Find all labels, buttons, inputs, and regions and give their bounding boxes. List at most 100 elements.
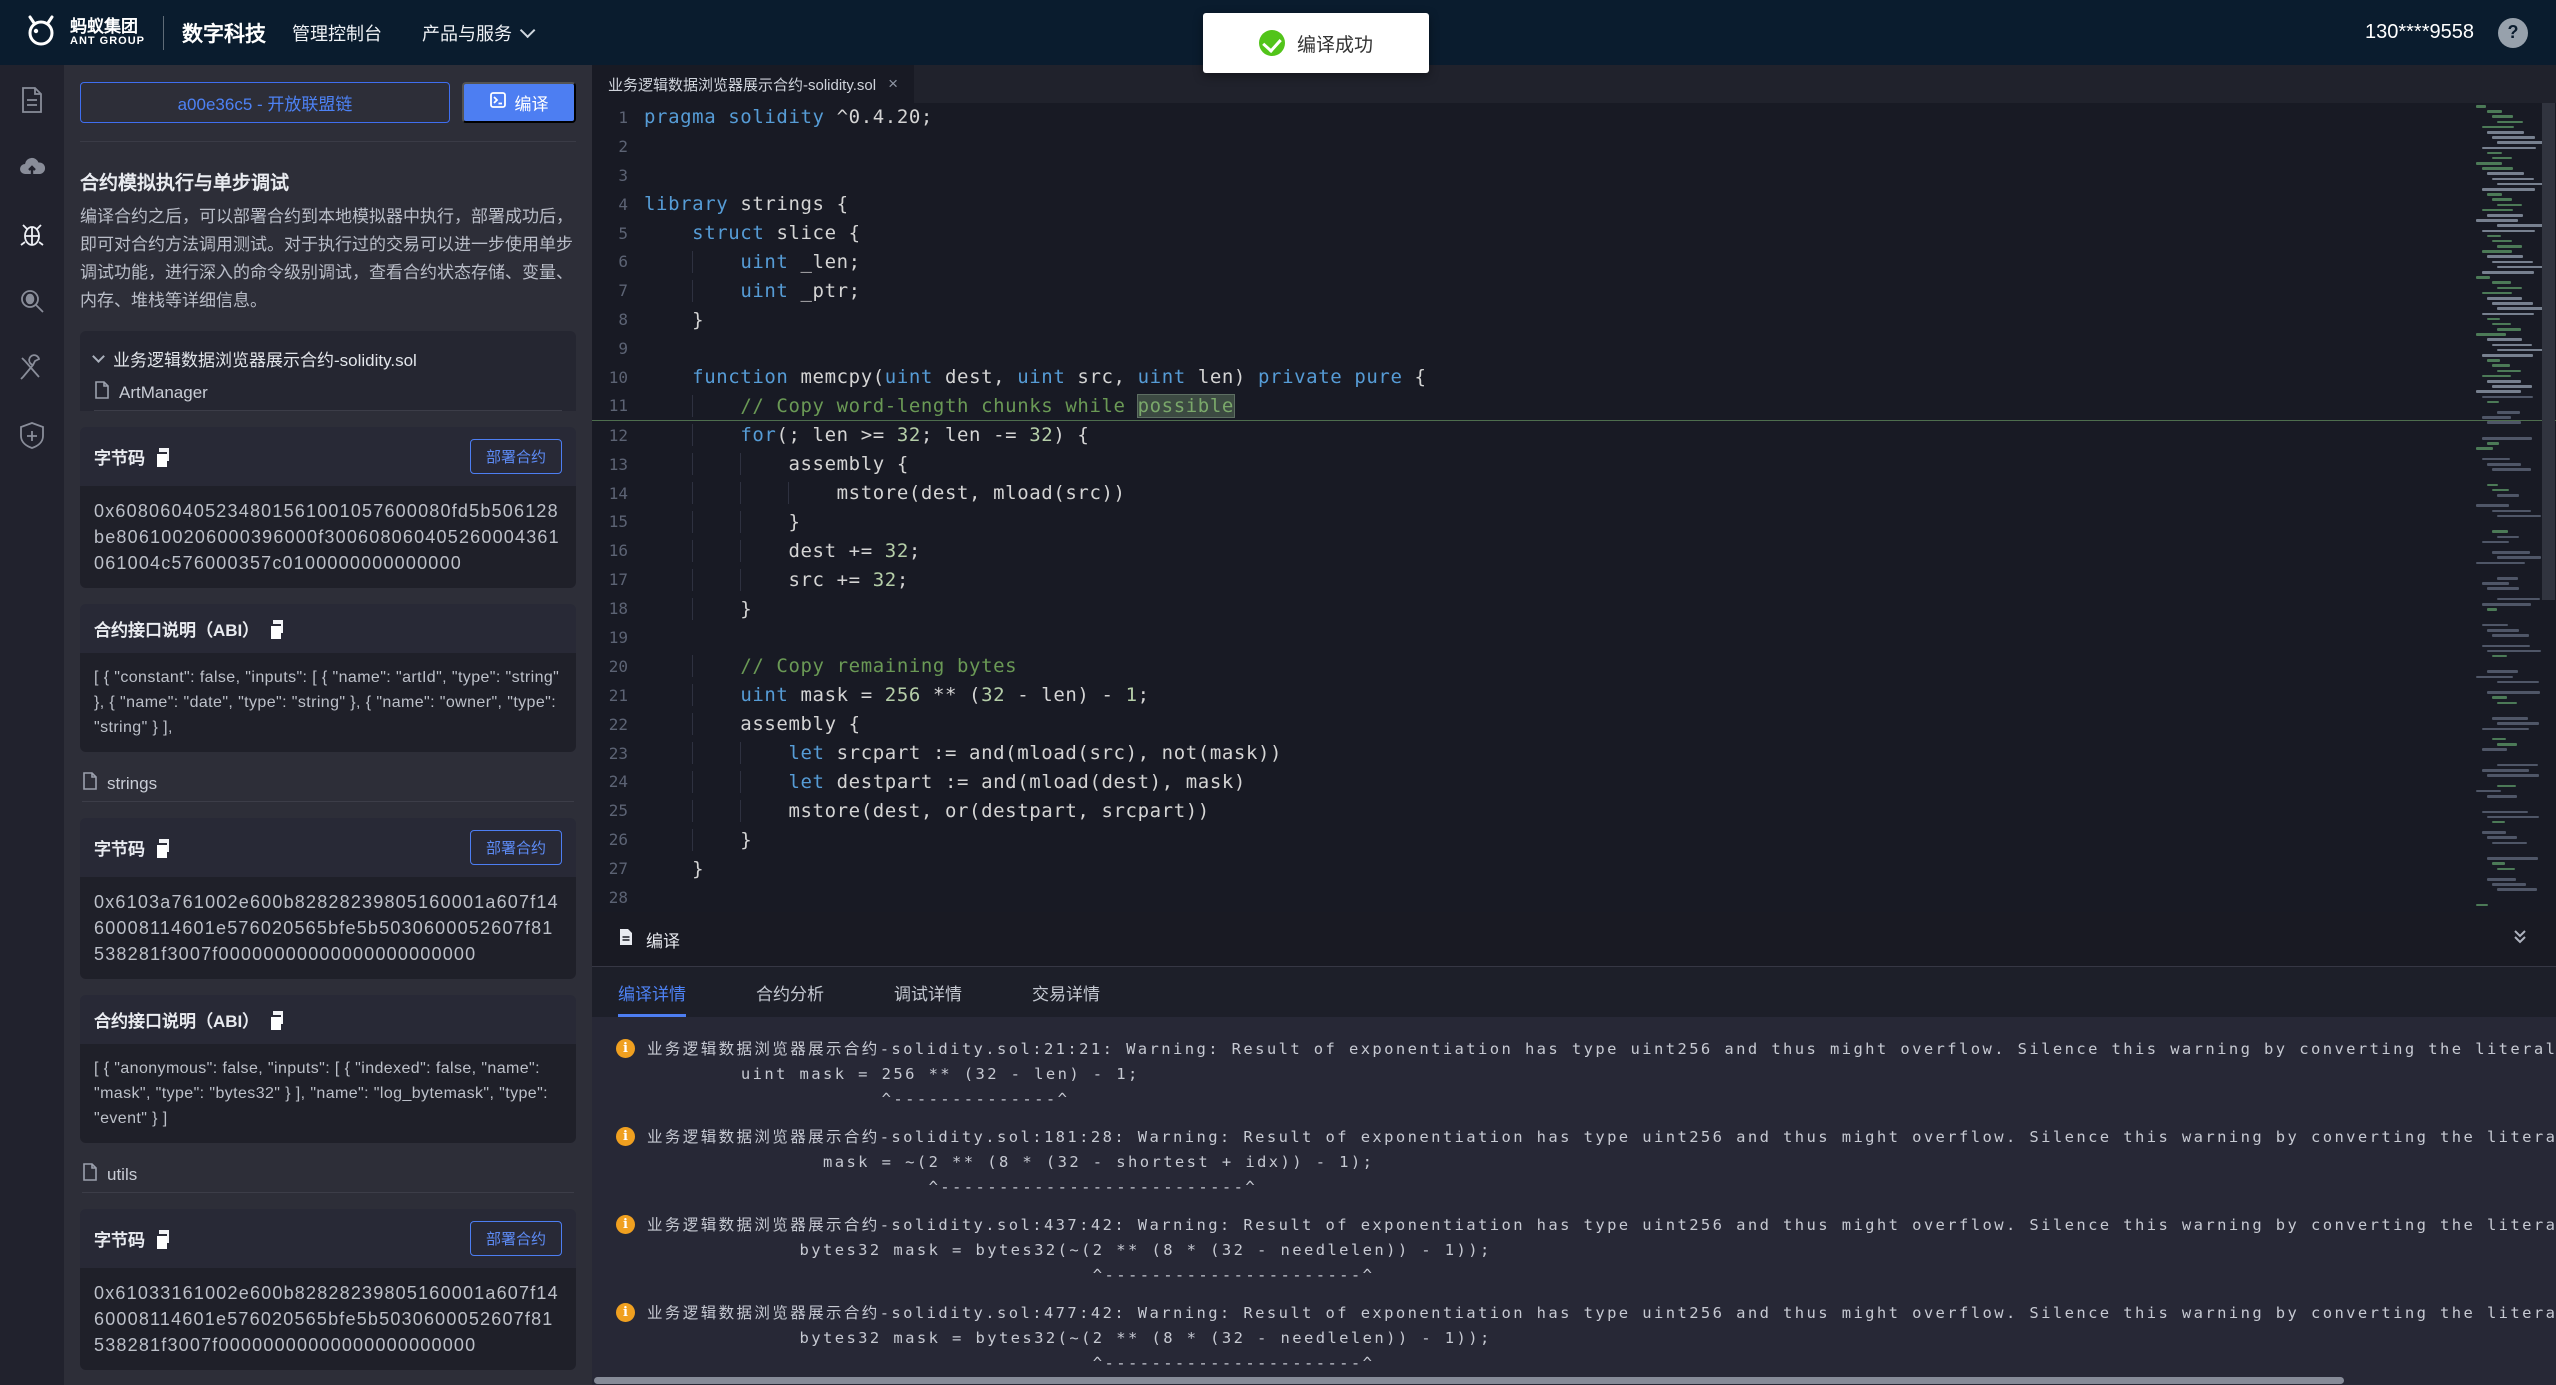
horizontal-scrollbar[interactable] — [592, 1376, 2556, 1385]
warning-text: 业务逻辑数据浏览器展示合约-solidity.sol:181:28: Warni… — [647, 1125, 2556, 1200]
code-line: uint _len; — [644, 251, 861, 273]
tools-icon[interactable] — [17, 353, 47, 383]
minimap-line — [2482, 541, 2509, 544]
code-editor[interactable]: 1pragma solidity ^0.4.20;234library stri… — [592, 103, 2556, 912]
product-name: 数字科技 — [182, 18, 266, 48]
minimap-line — [2487, 380, 2521, 383]
minimap-line — [2482, 645, 2530, 648]
minimap-line — [2492, 821, 2505, 824]
minimap-line — [2487, 484, 2498, 487]
code-row: 5 struct slice { — [592, 219, 2556, 248]
bottom-tab-2[interactable]: 合约分析 — [756, 967, 824, 1017]
bottom-tab-1[interactable]: 编译详情 — [618, 967, 686, 1017]
abi-label: 合约接口说明（ABI） — [94, 616, 259, 641]
minimap[interactable] — [2476, 105, 2538, 912]
minimap-line — [2492, 738, 2506, 741]
minimap-line — [2497, 722, 2539, 725]
minimap-line — [2497, 307, 2543, 310]
compile-button[interactable]: 编译 — [462, 82, 576, 123]
horizontal-scrollbar-thumb[interactable] — [594, 1377, 2344, 1384]
cloud-upload-icon[interactable] — [17, 152, 47, 182]
code-line: function memcpy(uint dest, uint src, uin… — [644, 366, 1427, 388]
line-number: 9 — [592, 339, 644, 358]
contract-item-utils[interactable]: utils — [82, 1157, 574, 1193]
code-row: 9 — [592, 334, 2556, 363]
minimap-line — [2476, 676, 2513, 679]
copy-icon[interactable] — [155, 839, 170, 856]
minimap-line — [2492, 323, 2511, 326]
code-token: struct — [692, 222, 776, 244]
code-row: 20 // Copy remaining bytes — [592, 652, 2556, 681]
minimap-line — [2487, 401, 2499, 404]
code-token: _ptr; — [801, 280, 861, 302]
minimap-line — [2487, 214, 2523, 217]
code-token: dest += — [644, 540, 885, 562]
minimap-line — [2487, 172, 2524, 175]
code-token: } — [644, 511, 801, 533]
abi-card-header: 合约接口说明（ABI） — [80, 995, 576, 1044]
search-bug-icon[interactable] — [17, 286, 47, 316]
deploy-contract-button[interactable]: 部署合约 — [470, 1221, 562, 1256]
tree-file-row[interactable]: 业务逻辑数据浏览器展示合约-solidity.sol — [94, 341, 562, 375]
bug-debug-icon[interactable] — [17, 219, 47, 249]
indent-guide — [692, 598, 693, 620]
deploy-contract-button[interactable]: 部署合约 — [470, 830, 562, 865]
warning-item: i业务逻辑数据浏览器展示合约-solidity.sol:437:42: Warn… — [616, 1213, 2556, 1288]
minimap-line — [2482, 603, 2531, 606]
collapse-double-chevron-icon[interactable] — [2510, 927, 2530, 952]
code-token: pragma solidity — [644, 106, 837, 128]
deploy-contract-button[interactable]: 部署合约 — [470, 439, 562, 474]
code-token: assembly { — [644, 453, 909, 475]
bottom-tab-3[interactable]: 调试详情 — [894, 967, 962, 1017]
editor-tab-active[interactable]: 业务逻辑数据浏览器展示合约-solidity.sol × — [592, 65, 914, 103]
contract-label-row: utils — [80, 1157, 576, 1193]
contract-item-ArtManager[interactable]: ArtManager — [94, 375, 562, 411]
warning-item: i业务逻辑数据浏览器展示合约-solidity.sol:181:28: Warn… — [616, 1125, 2556, 1200]
help-icon[interactable]: ? — [2498, 18, 2528, 48]
indent-guide — [692, 569, 693, 591]
minimap-line — [2492, 198, 2512, 201]
indent-guide — [692, 424, 693, 446]
minimap-line — [2497, 577, 2518, 580]
shield-plus-icon[interactable] — [17, 420, 47, 450]
minimap-line — [2497, 121, 2523, 124]
nav-products[interactable]: 产品与服务 — [422, 20, 531, 46]
minimap-line — [2482, 728, 2529, 731]
minimap-line — [2482, 250, 2512, 253]
ant-group-logo-icon — [22, 11, 60, 54]
chain-select-button[interactable]: a00e36c5 - 开放联盟链 — [80, 82, 450, 123]
minimap-line — [2482, 313, 2534, 316]
minimap-line — [2487, 463, 2521, 466]
minimap-line — [2476, 276, 2490, 279]
code-line: } — [644, 511, 801, 533]
code-token: ** ( — [921, 684, 981, 706]
code-line: dest += 32; — [644, 540, 921, 562]
close-icon[interactable]: × — [888, 74, 898, 94]
indent-guide — [692, 482, 693, 504]
bottom-tab-4[interactable]: 交易详情 — [1032, 967, 1100, 1017]
minimap-line — [2497, 287, 2522, 290]
nav-console[interactable]: 管理控制台 — [292, 20, 382, 46]
code-token: private pure — [1258, 366, 1402, 388]
code-row: 12 for(; len >= 32; len -= 32) { — [592, 421, 2556, 450]
copy-icon[interactable] — [155, 1230, 170, 1247]
contract-item-strings[interactable]: strings — [82, 766, 574, 802]
code-token: memcpy( — [801, 366, 885, 388]
copy-icon[interactable] — [269, 1011, 284, 1028]
account-phone[interactable]: 130****9558 — [2365, 21, 2474, 44]
code-token: assembly { — [644, 713, 861, 735]
vertical-scrollbar-thumb[interactable] — [2542, 103, 2555, 600]
warning-info-icon: i — [616, 1039, 635, 1058]
copy-icon[interactable] — [155, 448, 170, 465]
minimap-line — [2492, 510, 2531, 513]
warning-item: i业务逻辑数据浏览器展示合约-solidity.sol:477:42: Warn… — [616, 1301, 2556, 1376]
file-icon — [94, 381, 110, 404]
code-line: src += 32; — [644, 569, 909, 591]
minimap-line — [2497, 328, 2521, 331]
bytecode-card: 字节码部署合约0x61033161002e600b828282398051600… — [80, 1209, 576, 1370]
copy-icon[interactable] — [269, 620, 284, 637]
file-icon[interactable] — [17, 85, 47, 115]
minimap-line — [2476, 105, 2486, 108]
chevron-down-icon — [92, 350, 105, 363]
vertical-scrollbar[interactable] — [2541, 103, 2556, 912]
